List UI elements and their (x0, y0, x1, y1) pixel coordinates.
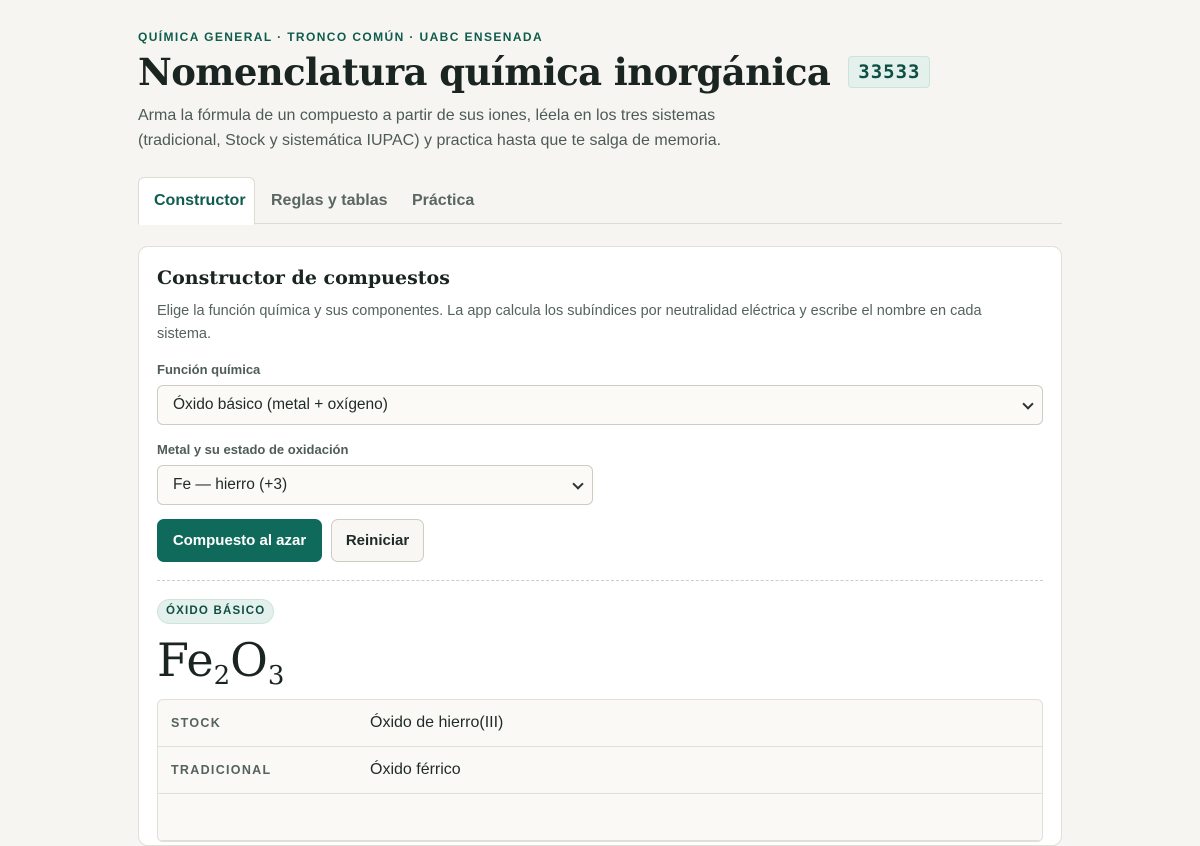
compound-type-badge: ÓXIDO BÁSICO (157, 599, 275, 624)
formula-subscript-1: 2 (213, 661, 231, 691)
tab-practica[interactable]: Práctica (397, 177, 489, 224)
function-select-value: Óxido básico (metal + oxígeno) (173, 396, 388, 413)
page-title: Nomenclatura química inorgánica (138, 50, 831, 94)
builder-description: Elige la función química y sus component… (157, 303, 982, 342)
name-row-stock: STOCK Óxido de hierro(III) (158, 700, 1042, 747)
intro-text: Arma la fórmula de un compuesto a partir… (138, 107, 722, 149)
title-row: Nomenclatura química inorgánica 33533 (138, 50, 931, 94)
system-label: STOCK (171, 716, 222, 730)
chevron-down-icon (572, 478, 584, 490)
course-code-badge: 33533 (848, 56, 931, 88)
name-row-tradicional: TRADICIONAL Óxido férrico (158, 747, 1042, 794)
reset-button[interactable]: Reiniciar (331, 519, 424, 562)
tab-reglas-y-tablas[interactable]: Reglas y tablas (256, 177, 403, 224)
compound-name: Óxido de hierro(III) (370, 714, 504, 731)
metal-label: Metal y su estado de oxidación (157, 442, 349, 457)
function-label: Función química (157, 362, 261, 377)
formula-element-2: O (230, 633, 268, 687)
builder-title: Constructor de compuestos (157, 267, 450, 289)
compound-name: Óxido férrico (370, 761, 461, 778)
tab-constructor[interactable]: Constructor (138, 177, 255, 225)
metal-select-value: Fe — hierro (+3) (173, 476, 288, 493)
tab-bar: Constructor Reglas y tablas Práctica (138, 177, 1062, 225)
random-compound-button[interactable]: Compuesto al azar (157, 519, 322, 562)
builder-card: Constructor de compuestos Elige la funci… (138, 246, 1062, 846)
names-table: STOCK Óxido de hierro(III) TRADICIONAL Ó… (157, 699, 1043, 842)
course-eyebrow: QUÍMICA GENERAL · TRONCO COMÚN · UABC EN… (138, 30, 544, 44)
metal-select[interactable]: Fe — hierro (+3) (157, 465, 593, 505)
compound-formula: Fe2O3 (157, 633, 284, 691)
function-select[interactable]: Óxido básico (metal + oxígeno) (157, 385, 1043, 425)
system-label: TRADICIONAL (171, 763, 272, 777)
formula-subscript-2: 3 (267, 661, 285, 691)
name-row-next (158, 794, 1042, 841)
chevron-down-icon (1022, 398, 1034, 410)
formula-element-1: Fe (157, 633, 214, 687)
divider (157, 580, 1043, 581)
